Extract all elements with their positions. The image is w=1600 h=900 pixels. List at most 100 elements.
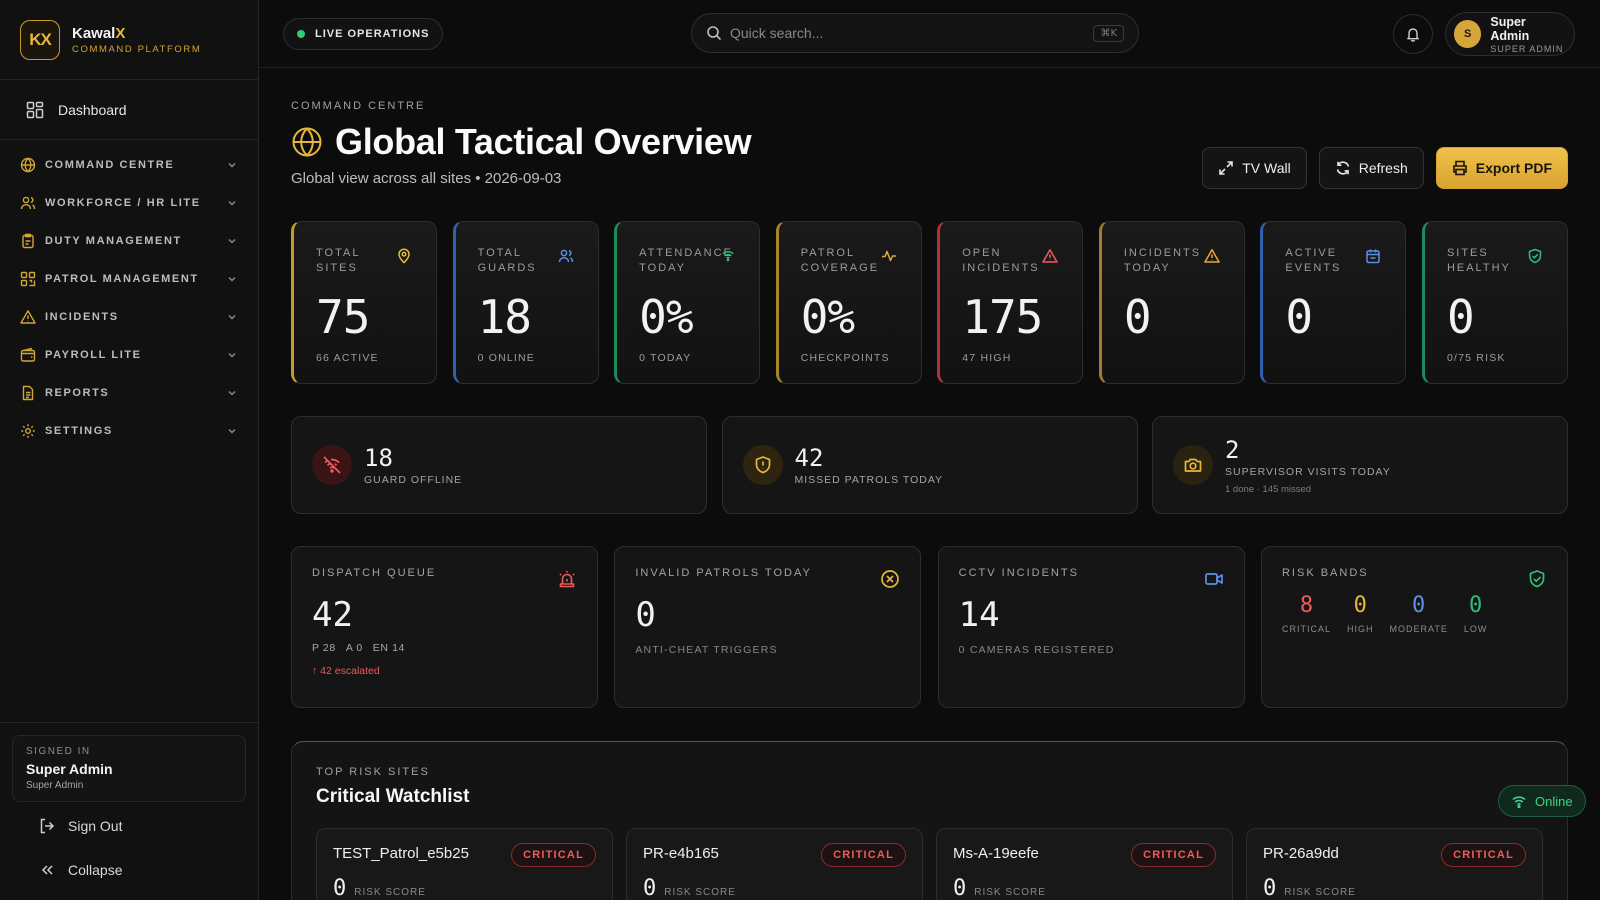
alert-guard-offline[interactable]: 18 GUARD OFFLINE [291, 416, 707, 514]
siren-icon [559, 571, 575, 588]
warning-icon [1042, 249, 1058, 263]
panel-label: DISPATCH QUEUE [312, 567, 437, 579]
band-label: MODERATE [1389, 624, 1448, 634]
status-badge: CRITICAL [511, 843, 596, 867]
sidebar-group-command-centre[interactable]: COMMAND CENTRE [0, 146, 258, 184]
panel-label: RISK BANDS [1281, 567, 1369, 579]
sidebar-group-settings[interactable]: SETTINGS [0, 412, 258, 450]
status-badge: CRITICAL [1131, 843, 1216, 867]
status-badge: CRITICAL [1441, 843, 1526, 867]
chevron-down-icon [228, 276, 236, 282]
activity-icon [881, 250, 896, 262]
chevron-down-icon [228, 162, 236, 168]
panel-cctv-incidents[interactable]: CCTV INCIDENTS 14 0 CAMERAS REGISTERED [937, 546, 1245, 708]
alert-supervisor-visits[interactable]: 2 SUPERVISOR VISITS TODAY 1 done · 145 m… [1152, 416, 1568, 514]
band-value: 8 [1299, 593, 1314, 618]
stat-card-patrol-coverage[interactable]: PATROL COVERAGE 0% CHECKPOINTS [775, 221, 922, 384]
stat-card-attendance-today[interactable]: ATTENDANCE TODAY 0% 0 TODAY [614, 221, 761, 384]
live-operations-label: LIVE OPERATIONS [315, 27, 430, 40]
panel-risk-bands[interactable]: RISK BANDS 8 CRITICAL 0 HIGH 0 MODERATE 0 LO… [1260, 546, 1568, 708]
brand-tagline: COMMAND PLATFORM [72, 43, 202, 55]
sidebar-group-incidents[interactable]: INCIDENTS [0, 298, 258, 336]
dispatch-a: A 0 [345, 642, 363, 654]
risk-score-label: RISK SCORE [974, 887, 1046, 898]
sidebar-group-label: PATROL MANAGEMENT [45, 273, 199, 285]
stat-card-open-incidents[interactable]: OPEN INCIDENTS 175 47 HIGH [937, 221, 1084, 384]
watchlist-site-card[interactable]: PR-26a9dd CRITICAL 0 RISK SCORE [1246, 828, 1543, 900]
panel-invalid-patrols[interactable]: INVALID PATROLS TODAY 0 ANTI-CHEAT TRIGG… [614, 546, 922, 708]
kpi-stats-row: TOTAL SITES 75 66 ACTIVE TOTAL GUARDS 18… [291, 221, 1568, 384]
calendar-icon [1366, 249, 1381, 264]
stat-card-incidents-today[interactable]: INCIDENTS TODAY 0 [1098, 221, 1245, 384]
stat-sub: 47 HIGH [962, 352, 1012, 364]
sidebar-group-patrol[interactable]: PATROL MANAGEMENT [0, 260, 258, 298]
stat-label: PATROL COVERAGE [800, 247, 880, 274]
collapse-button[interactable]: Collapse [12, 848, 246, 892]
sidebar-group-payroll[interactable]: PAYROLL LITE [0, 336, 258, 374]
alert-label: SUPERVISOR VISITS TODAY [1225, 465, 1391, 478]
watchlist-site-card[interactable]: TEST_Patrol_e5b25 CRITICAL 0 RISK SCORE [316, 828, 613, 900]
sidebar-group-reports[interactable]: REPORTS [0, 374, 258, 412]
stat-sub: 0 ONLINE [477, 352, 536, 364]
sidebar: KX KawalX COMMAND PLATFORM Dashboard COM… [0, 0, 259, 900]
warning-icon [20, 310, 36, 324]
gear-icon [21, 424, 35, 438]
brand-logo: KX [20, 19, 60, 60]
stat-value: 0 [1123, 290, 1152, 344]
brand-name: KawalX [72, 24, 126, 42]
sidebar-group-duty[interactable]: DUTY MANAGEMENT [0, 222, 258, 260]
search-input[interactable]: Quick search... ⌘K [691, 13, 1139, 53]
signed-in-card: SIGNED IN Super Admin Super Admin [12, 735, 246, 802]
stat-card-sites-healthy[interactable]: SITES HEALTHY 0 0/75 RISK [1421, 221, 1568, 384]
search-shortcut: ⌘K [1093, 24, 1124, 42]
user-menu[interactable]: S Super Admin SUPER ADMIN [1445, 12, 1575, 56]
stat-card-active-events[interactable]: ACTIVE EVENTS 0 [1260, 221, 1407, 384]
stat-value: 0% [800, 290, 855, 344]
panel-dispatch-queue[interactable]: DISPATCH QUEUE 42 P 28 A 0 EN 14 ↑ 42 esca… [291, 546, 598, 708]
watchlist-title: Critical Watchlist [316, 786, 470, 807]
main-content: LIVE OPERATIONS Quick search... ⌘K S Sup… [259, 0, 1600, 900]
signed-in-role: Super Admin [26, 780, 84, 791]
shield-check-icon [1529, 570, 1545, 588]
brand[interactable]: KX KawalX COMMAND PLATFORM [0, 0, 258, 80]
panel-value: 0 [635, 595, 656, 635]
stat-value: 0 [1285, 290, 1313, 344]
sign-out-button[interactable]: Sign Out [12, 804, 246, 848]
risk-score-value: 0 [643, 876, 657, 900]
shield-alert-icon [755, 456, 770, 474]
sidebar-item-dashboard[interactable]: Dashboard [0, 80, 258, 140]
dispatch-breakdown: P 28 A 0 EN 14 [312, 642, 577, 654]
export-pdf-button[interactable]: Export PDF [1435, 147, 1568, 189]
sidebar-item-label: Dashboard [58, 101, 127, 118]
chevrons-left-icon [41, 865, 53, 875]
alert-icon-wrap [1173, 445, 1213, 485]
chevron-down-icon [228, 238, 236, 244]
chevron-down-icon [228, 352, 236, 358]
alert-label: GUARD OFFLINE [364, 474, 463, 486]
risk-score-label: RISK SCORE [354, 887, 426, 898]
stat-sub: 0 TODAY [639, 352, 692, 364]
online-status-badge[interactable]: Online [1498, 785, 1586, 817]
live-status-dot [297, 29, 305, 38]
grid-icon [20, 271, 36, 287]
tv-wall-button[interactable]: TV Wall [1202, 147, 1307, 189]
sidebar-group-label: INCIDENTS [45, 311, 119, 323]
risk-bands: 8 CRITICAL 0 HIGH 0 MODERATE 0 LOW [1282, 593, 1547, 634]
online-status-label: Online [1535, 793, 1573, 809]
watchlist-site-card[interactable]: PR-e4b165 CRITICAL 0 RISK SCORE [626, 828, 923, 900]
live-operations-badge[interactable]: LIVE OPERATIONS [283, 17, 444, 50]
dispatch-en: EN 14 [372, 642, 405, 654]
refresh-button[interactable]: Refresh [1318, 147, 1424, 189]
stat-card-total-guards[interactable]: TOTAL GUARDS 18 0 ONLINE [452, 221, 599, 384]
watchlist-site-card[interactable]: Ms-A-19eefe CRITICAL 0 RISK SCORE [936, 828, 1233, 900]
collapse-label: Collapse [68, 862, 123, 878]
alert-missed-patrols[interactable]: 42 MISSED PATROLS TODAY [721, 416, 1138, 514]
export-pdf-label: Export PDF [1475, 160, 1552, 176]
wifi-icon [1512, 796, 1526, 809]
risk-band-high: 0 HIGH [1347, 593, 1374, 634]
tv-wall-label: TV Wall [1242, 160, 1291, 176]
stat-card-total-sites[interactable]: TOTAL SITES 75 66 ACTIVE [291, 221, 437, 384]
notifications-button[interactable] [1393, 14, 1433, 54]
x-circle-icon [881, 570, 900, 588]
sidebar-group-workforce[interactable]: WORKFORCE / HR LITE [0, 184, 258, 222]
